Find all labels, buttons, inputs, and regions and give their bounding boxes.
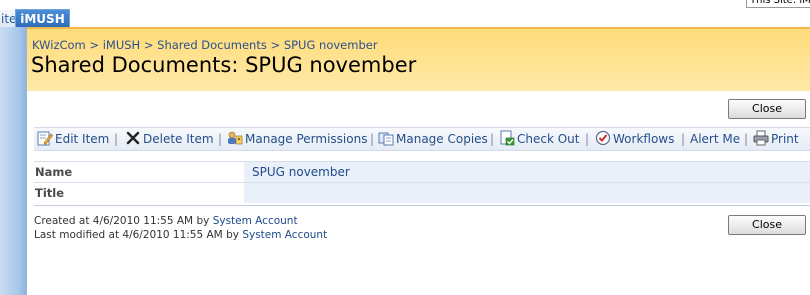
toolbar-separator: |	[681, 132, 686, 146]
edit-icon	[37, 131, 53, 146]
modified-info: Last modified at 4/6/2010 11:55 AM by Sy…	[34, 229, 327, 241]
created-text: Created at 4/6/2010 11:55 AM by	[34, 215, 210, 227]
modified-by-user-link[interactable]: System Account	[242, 229, 327, 241]
check-out-label: Check Out	[517, 132, 580, 146]
permissions-icon	[228, 131, 243, 145]
breadcrumb-item-current: SPUG november	[283, 38, 378, 52]
alert-me-button[interactable]: Alert Me	[690, 128, 740, 152]
breadcrumb-item-kwizcom[interactable]: KWizCom	[32, 38, 86, 52]
delete-icon	[126, 131, 140, 145]
item-toolbar: Edit Item | Delete Item | Manage Permiss…	[34, 127, 810, 151]
property-label-name: Name	[34, 162, 243, 182]
manage-copies-label: Manage Copies	[396, 132, 488, 146]
close-button-bottom[interactable]: Close	[728, 215, 806, 235]
created-by-user-link[interactable]: System Account	[213, 215, 298, 227]
toolbar-separator: |	[744, 132, 749, 146]
toolbar-separator: |	[370, 132, 375, 146]
modified-text: Last modified at 4/6/2010 11:55 AM by	[34, 229, 239, 241]
breadcrumb-separator: >	[270, 38, 281, 52]
property-value-name[interactable]: SPUG november	[244, 162, 810, 182]
site-search-scope[interactable]: This Site: iMU	[746, 0, 810, 8]
toolbar-separator: |	[585, 132, 590, 146]
breadcrumb-item-imush[interactable]: iMUSH	[103, 38, 140, 52]
table-divider	[34, 205, 810, 206]
page-title: Shared Documents: SPUG november	[31, 53, 417, 77]
copies-icon	[378, 132, 394, 146]
print-icon	[753, 130, 769, 146]
print-label: Print	[771, 132, 799, 146]
edit-item-label: Edit Item	[55, 132, 110, 146]
page-title-area: KWizCom > iMUSH > Shared Documents > SPU…	[27, 27, 810, 91]
close-button-top[interactable]: Close	[728, 99, 806, 119]
nav-tab-imush[interactable]: iMUSH	[15, 9, 70, 28]
workflow-icon	[595, 130, 611, 146]
manage-permissions-label: Manage Permissions	[245, 132, 368, 146]
delete-item-button[interactable]: Delete Item	[125, 128, 214, 152]
workflows-label: Workflows	[613, 132, 675, 146]
table-row: Title	[34, 182, 810, 203]
toolbar-separator: |	[490, 132, 495, 146]
print-button[interactable]: Print	[753, 128, 799, 152]
breadcrumb-item-shared-documents[interactable]: Shared Documents	[157, 38, 267, 52]
property-value-title	[244, 183, 810, 203]
table-row: Name SPUG november	[34, 161, 810, 182]
created-info: Created at 4/6/2010 11:55 AM by System A…	[34, 215, 298, 227]
alert-me-label: Alert Me	[690, 132, 741, 146]
breadcrumb-separator: >	[143, 38, 154, 52]
check-out-button[interactable]: Check Out	[499, 128, 579, 152]
workflows-button[interactable]: Workflows	[595, 128, 674, 152]
breadcrumb: KWizCom > iMUSH > Shared Documents > SPU…	[32, 38, 378, 52]
breadcrumb-separator: >	[89, 38, 100, 52]
checkout-icon	[500, 130, 515, 146]
toolbar-separator: |	[218, 132, 223, 146]
property-label-title: Title	[34, 183, 243, 203]
manage-permissions-button[interactable]: Manage Permissions	[227, 128, 367, 152]
toolbar-separator: |	[114, 132, 119, 146]
left-navigation-rail	[0, 27, 27, 295]
manage-copies-button[interactable]: Manage Copies	[378, 128, 488, 152]
top-navigation-bar: ite iMUSH This Site: iMU	[0, 0, 810, 28]
delete-item-label: Delete Item	[143, 132, 214, 146]
edit-item-button[interactable]: Edit Item	[37, 128, 109, 152]
